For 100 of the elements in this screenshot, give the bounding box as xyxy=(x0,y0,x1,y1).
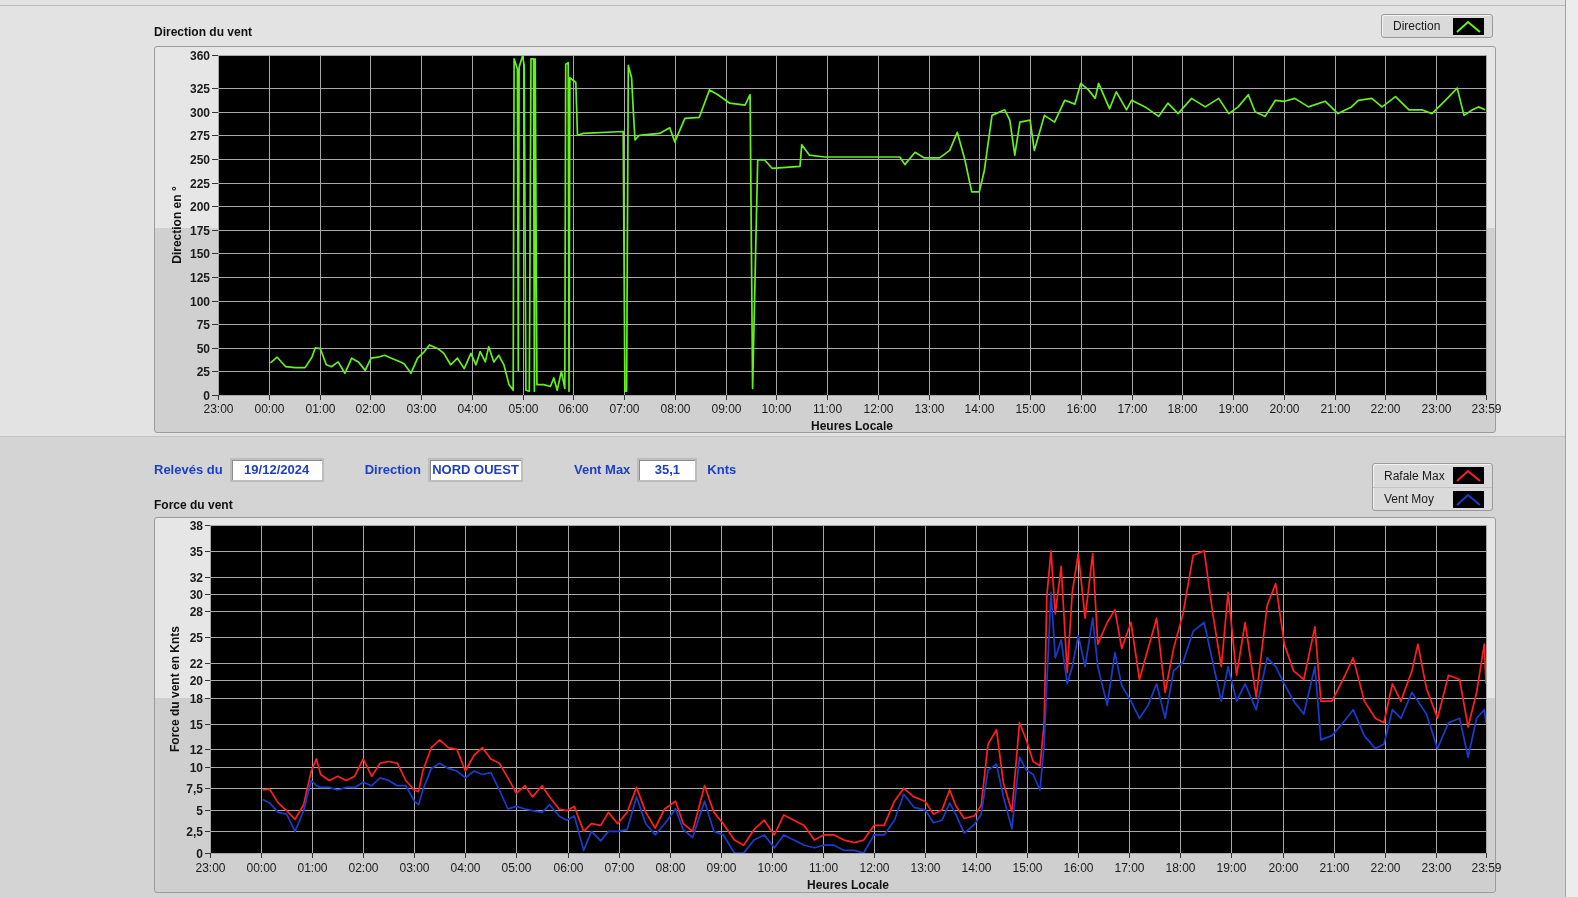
x-tick-label: 20:00 xyxy=(1268,861,1299,875)
y-tick-label: 125 xyxy=(189,270,210,285)
x-tick-label: 03:00 xyxy=(399,861,430,875)
legend-entry[interactable]: Vent Moy xyxy=(1373,487,1492,510)
x-tick-label: 23:00 xyxy=(203,402,234,416)
y-tick-label: 12 xyxy=(189,742,203,757)
y-tick-label: 38 xyxy=(189,518,203,533)
legend-label: Direction xyxy=(1393,19,1441,33)
x-tick-label: 23:00 xyxy=(1421,402,1452,416)
x-tick-label: 14:00 xyxy=(964,402,995,416)
x-tick-label: 14:00 xyxy=(961,861,992,875)
x-tick-label: 05:00 xyxy=(508,402,539,416)
x-tick-label: 16:00 xyxy=(1066,402,1097,416)
x-tick-label: 23:59 xyxy=(1471,402,1502,416)
y-tick-label: 30 xyxy=(189,587,203,602)
x-axis-title: Heures Locale xyxy=(807,878,889,892)
legend-label: Rafale Max xyxy=(1384,468,1445,483)
x-tick-label: 10:00 xyxy=(761,402,792,416)
y-tick-label: 100 xyxy=(189,294,210,309)
chart-title: Direction du vent xyxy=(154,25,252,39)
x-axis-title: Heures Locale xyxy=(811,419,893,433)
chart-title: Force du vent xyxy=(154,498,233,512)
y-tick-label: 360 xyxy=(189,48,210,63)
x-tick-label: 12:00 xyxy=(863,402,894,416)
x-tick-label: 17:00 xyxy=(1114,861,1145,875)
x-tick-label: 11:00 xyxy=(808,861,839,875)
y-tick-label: 5 xyxy=(196,803,203,818)
x-tick-label: 13:00 xyxy=(914,402,945,416)
x-tick-label: 04:00 xyxy=(457,402,488,416)
value-field: NORD OUEST xyxy=(428,458,523,482)
x-tick-label: 09:00 xyxy=(706,861,737,875)
x-tick-label: 21:00 xyxy=(1319,861,1350,875)
y-tick-label: 0 xyxy=(196,846,203,861)
x-tick-label: 16:00 xyxy=(1063,861,1094,875)
field-label: Vent Max xyxy=(574,461,631,480)
x-tick-label: 23:00 xyxy=(195,861,226,875)
x-tick-label: 23:59 xyxy=(1471,861,1502,875)
y-tick-label: 28 xyxy=(189,604,203,619)
y-tick-label: 25 xyxy=(189,630,203,645)
y-tick-label: 22 xyxy=(189,656,203,671)
x-tick-label: 18:00 xyxy=(1167,402,1198,416)
legend-entry[interactable]: Rafale Max xyxy=(1373,464,1492,487)
y-tick-label: 7,5 xyxy=(186,781,203,796)
y-tick-label: 0 xyxy=(203,388,210,403)
x-tick-label: 20:00 xyxy=(1269,402,1300,416)
y-tick-label: 275 xyxy=(189,128,210,143)
x-tick-label: 11:00 xyxy=(812,402,843,416)
value-field: 35,1 xyxy=(637,458,698,482)
legend-label: Vent Moy xyxy=(1384,492,1435,506)
y-tick-label: 25 xyxy=(196,364,210,379)
x-tick-label: 08:00 xyxy=(655,861,686,875)
y-tick-label: 15 xyxy=(189,717,203,732)
x-tick-label: 15:00 xyxy=(1012,861,1043,875)
x-tick-label: 02:00 xyxy=(348,861,379,875)
value-field: 19/12/2024 xyxy=(229,458,324,482)
unit-label: Knts xyxy=(707,461,737,480)
x-tick-label: 06:00 xyxy=(553,861,584,875)
y-tick-label: 225 xyxy=(189,176,210,191)
x-tick-label: 05:00 xyxy=(501,861,532,875)
x-tick-label: 01:00 xyxy=(297,861,328,875)
y-tick-label: 32 xyxy=(189,570,203,585)
y-tick-label: 150 xyxy=(189,246,210,261)
x-tick-label: 22:00 xyxy=(1370,861,1401,875)
x-tick-label: 07:00 xyxy=(604,861,635,875)
x-tick-label: 15:00 xyxy=(1015,402,1046,416)
x-tick-label: 03:00 xyxy=(406,402,437,416)
x-tick-label: 18:00 xyxy=(1165,861,1196,875)
x-tick-label: 10:00 xyxy=(757,861,788,875)
x-tick-label: 02:00 xyxy=(355,402,386,416)
x-tick-label: 23:00 xyxy=(1421,861,1452,875)
x-tick-label: 06:00 xyxy=(558,402,589,416)
y-tick-label: 300 xyxy=(189,105,210,120)
x-tick-label: 19:00 xyxy=(1218,402,1249,416)
x-tick-label: 19:00 xyxy=(1216,861,1247,875)
y-tick-label: 50 xyxy=(196,341,210,356)
y-tick-label: 2,5 xyxy=(186,824,203,839)
x-tick-label: 08:00 xyxy=(660,402,691,416)
y-tick-label: 35 xyxy=(189,544,203,559)
y-tick-label: 10 xyxy=(189,760,203,775)
y-tick-label: 175 xyxy=(189,223,210,238)
x-tick-label: 21:00 xyxy=(1320,402,1351,416)
y-tick-label: 250 xyxy=(189,152,210,167)
y-tick-label: 75 xyxy=(196,317,210,332)
x-tick-label: 01:00 xyxy=(305,402,336,416)
y-tick-label: 18 xyxy=(189,691,203,706)
x-tick-label: 22:00 xyxy=(1370,402,1401,416)
legend-entry[interactable]: Direction xyxy=(1382,15,1492,37)
x-tick-label: 00:00 xyxy=(254,402,285,416)
field-label: Relevés du xyxy=(154,461,223,480)
x-tick-label: 17:00 xyxy=(1117,402,1148,416)
y-tick-label: 325 xyxy=(189,81,210,96)
x-tick-label: 12:00 xyxy=(859,861,890,875)
x-tick-label: 00:00 xyxy=(246,861,277,875)
field-label: Direction xyxy=(364,461,421,480)
y-tick-label: 200 xyxy=(189,199,210,214)
x-tick-label: 04:00 xyxy=(450,861,481,875)
x-tick-label: 13:00 xyxy=(910,861,941,875)
y-axis-title: Direction en ° xyxy=(170,186,184,264)
y-tick-label: 20 xyxy=(189,673,203,688)
x-tick-label: 07:00 xyxy=(609,402,640,416)
